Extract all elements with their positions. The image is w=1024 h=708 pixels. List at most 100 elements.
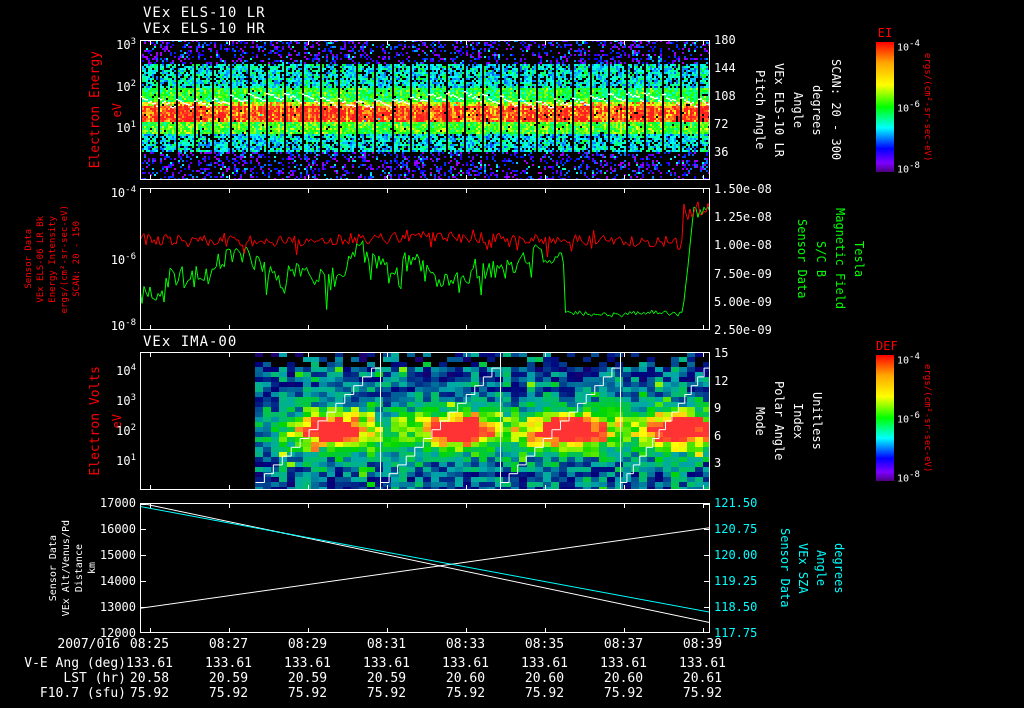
- colorbar-unit: ergs/(cm²-sr-sec-eV): [922, 363, 932, 473]
- axis-title-line: Mode: [753, 406, 767, 436]
- axis-tick-label: 14000: [99, 574, 136, 588]
- axis-title-line: Magnetic Field: [833, 208, 847, 310]
- axis-tick-label: 15: [714, 346, 729, 360]
- axis-tick-label: 102: [116, 423, 136, 438]
- axis-title-line: VEx ELS-10 LR: [772, 63, 786, 157]
- row-value: 20.59: [287, 671, 328, 686]
- axis-tick-label: 10-4: [110, 185, 136, 200]
- axis-tick-label: 102: [116, 78, 136, 94]
- colorbar-tick-label: 10-4: [897, 352, 920, 367]
- axis-title-line: Energy Intensity: [48, 215, 58, 303]
- row-value: 20.58: [129, 671, 170, 686]
- axis-tick-label: 5.00e-09: [714, 294, 772, 309]
- colorbar-tick-label: 10-8: [897, 160, 920, 175]
- time-tick-label: 08:37: [603, 637, 644, 652]
- colorbar-tick-label: 10-4: [897, 39, 920, 54]
- row-value: 20.60: [445, 671, 486, 686]
- bfield-lines-canvas: [140, 188, 710, 330]
- panel3-title: VEx IMA-00: [143, 334, 238, 350]
- axis-title-line: Angle: [814, 549, 828, 587]
- time-tick-label: 08:27: [208, 637, 249, 652]
- row-value: 133.61: [600, 656, 647, 671]
- axis-tick-label: 101: [116, 453, 136, 468]
- row-values-ve-ang: 133.61 133.61 133.61 133.61 133.61 133.61 133.…: [110, 656, 742, 671]
- row-value: 75.92: [287, 686, 328, 701]
- axis-tick-label: 36: [714, 145, 729, 159]
- vex-multi-panel-plot: VEx ELS-10 LR VEx ELS-10 HR Electron Ene…: [0, 0, 1024, 708]
- axis-tick-label: 6: [714, 428, 722, 443]
- axis-tick-label: 15000: [99, 548, 136, 562]
- panel3-right-axis-titles: Mode Polar Angle Index Unitless: [753, 352, 824, 490]
- axis-title-line: Tesla: [852, 240, 866, 278]
- axis-title-line: Sensor Data: [48, 534, 59, 602]
- panel4-right-ticks: 121.50 120.75 120.00 119.25 118.50 117.75: [714, 495, 784, 641]
- panel2-left-ticks: 10-4 10-6 10-8: [58, 182, 136, 334]
- row-values-lst: 20.58 20.59 20.59 20.59 20.60 20.60 20.60 20.61: [110, 671, 742, 686]
- axis-title-line: Polar Angle: [772, 381, 786, 461]
- time-tick-label: 08:31: [366, 637, 407, 652]
- axis-title-line: degrees: [810, 84, 824, 136]
- axis-tick-label: 104: [116, 363, 136, 378]
- alt-sza-lines-canvas: [140, 503, 710, 633]
- row-value: 133.61: [679, 656, 726, 671]
- row-value: 20.59: [366, 671, 407, 686]
- panel2-right-ticks: 1.50e-08 1.25e-08 1.00e-08 7.50e-09 5.00e-09…: [714, 181, 784, 338]
- axis-title-line: Sensor Data: [778, 528, 792, 608]
- row-value: 133.61: [521, 656, 568, 671]
- colorbar-unit: ergs/(cm²-sr-sec-eV): [922, 52, 932, 162]
- ima-spectrogram-canvas: [140, 352, 710, 490]
- axis-title-line: Unitless: [810, 392, 824, 450]
- axis-title-line: Sensor Data: [24, 229, 34, 289]
- axis-title-line: SCAN: 20 - 300: [829, 59, 843, 161]
- axis-tick-label: 9: [714, 401, 722, 415]
- row-value: 75.92: [682, 686, 723, 701]
- row-value: 20.59: [208, 671, 249, 686]
- date-label: 2007/016: [57, 637, 120, 652]
- row-value: 20.60: [603, 671, 644, 686]
- row-values-f107: 75.92 75.92 75.92 75.92 75.92 75.92 75.92 75.92: [110, 686, 742, 701]
- row-label-ve-ang: V-E Ang (deg): [24, 656, 126, 671]
- row-label-lst: LST (hr): [63, 671, 126, 686]
- panel1-right-axis-titles: Pitch Angle VEx ELS-10 LR Angle degrees SCAN…: [753, 40, 843, 180]
- row-label-f107: F10.7 (sfu): [39, 686, 126, 701]
- axis-title-line: Angle: [791, 91, 805, 129]
- axis-tick-label: 10-8: [110, 318, 136, 333]
- axis-tick-label: 1.25e-08: [714, 210, 772, 225]
- panel3-left-ticks: 104 103 102 101: [58, 360, 136, 469]
- axis-title-line: VEx SZA: [796, 542, 810, 594]
- time-tick-labels: 08:25 08:27 08:29 08:31 08:33 08:35 08:37 08:39: [110, 637, 742, 652]
- time-tick-label: 08:33: [445, 637, 486, 652]
- axis-title-line: Sensor Data: [795, 219, 809, 299]
- row-value: 75.92: [445, 686, 486, 701]
- axis-tick-label: 108: [714, 89, 736, 103]
- axis-title-line: Index: [791, 402, 805, 440]
- time-tick-label: 08:25: [129, 637, 170, 652]
- row-value: 75.92: [208, 686, 249, 701]
- axis-tick-label: 1.00e-08: [714, 238, 772, 253]
- row-value: 133.61: [363, 656, 410, 671]
- row-value: 75.92: [603, 686, 644, 701]
- time-tick-label: 08:39: [682, 637, 723, 652]
- axis-title-line: VEx ELS-06 LR Bk: [36, 215, 46, 303]
- colorbar1-unit: ergs/(cm²-sr-sec-eV): [922, 42, 932, 172]
- colorbar1: [876, 42, 894, 172]
- colorbar-tick-label: 10-6: [897, 410, 920, 426]
- panel4-right-axis-titles: Sensor Data VEx SZA Angle degrees: [778, 503, 846, 633]
- row-value: 20.60: [524, 671, 565, 686]
- axis-tick-label: 12: [714, 373, 729, 388]
- axis-tick-label: 17000: [99, 496, 136, 510]
- axis-tick-label: 144: [714, 61, 736, 75]
- panel1-title-hr: VEx ELS-10 HR: [143, 21, 266, 37]
- row-value: 20.61: [682, 671, 723, 686]
- axis-tick-label: 16000: [99, 522, 136, 536]
- axis-title-line: Pitch Angle: [753, 70, 767, 150]
- axis-tick-label: 119.25: [714, 574, 758, 588]
- axis-tick-label: 120.75: [714, 522, 758, 536]
- time-tick-label: 08:35: [524, 637, 565, 652]
- time-tick-label: 08:29: [287, 637, 328, 652]
- panel4-left-ticks: 17000 16000 15000 14000 13000 12000: [90, 495, 136, 641]
- colorbar2-unit: ergs/(cm²-sr-sec-eV): [922, 355, 932, 481]
- axis-title-line: VEx Alt/Venus/Pd: [61, 519, 72, 617]
- colorbar-tick-label: 10-6: [897, 99, 920, 115]
- axis-tick-label: 72: [714, 117, 729, 131]
